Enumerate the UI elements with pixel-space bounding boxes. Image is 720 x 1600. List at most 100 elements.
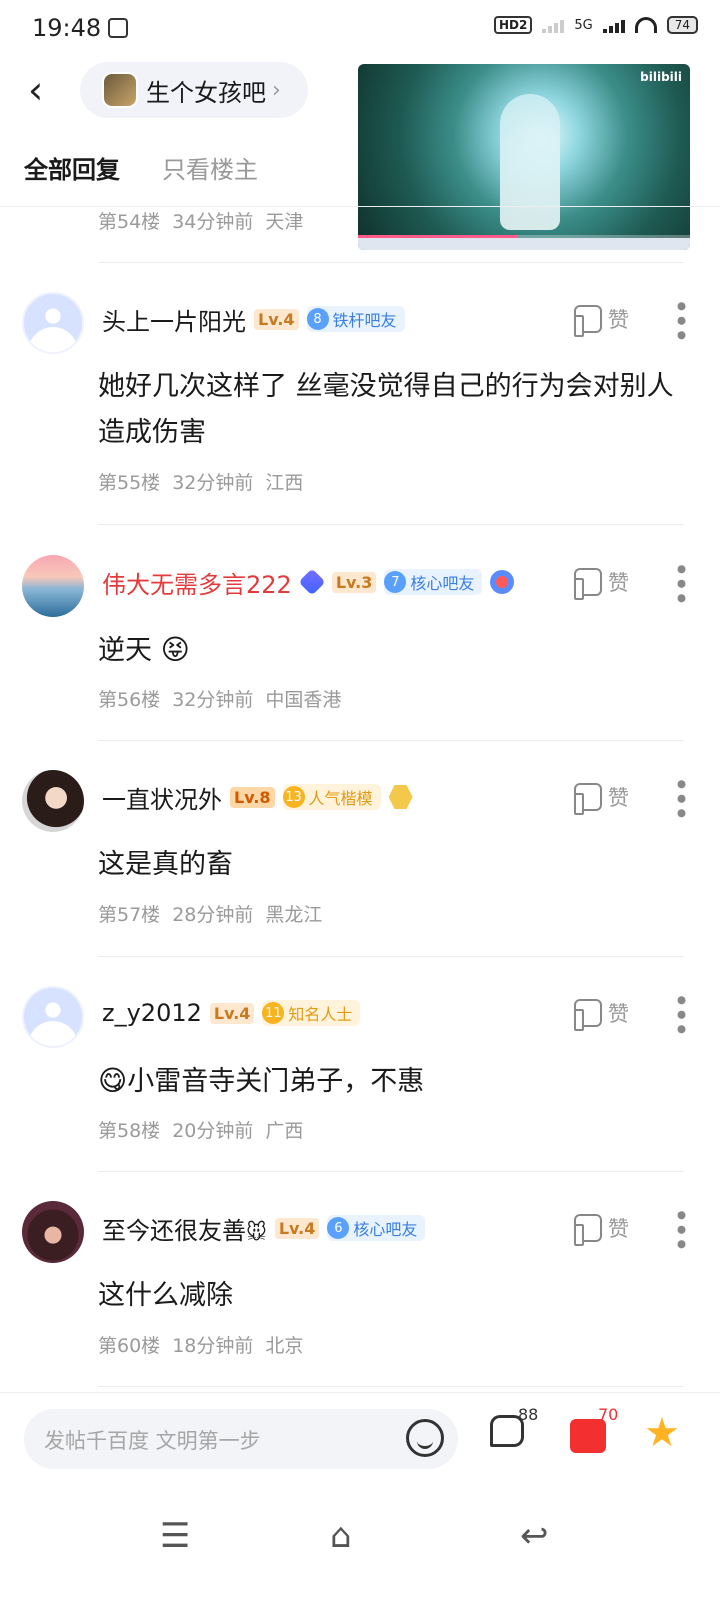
status-icons: HD2 5G 74	[494, 16, 698, 34]
back-button[interactable]: ‹	[28, 70, 60, 110]
divider	[98, 956, 684, 957]
thumbs-up-icon	[574, 568, 602, 600]
avatar[interactable]	[22, 986, 84, 1048]
forum-name: 生个女孩吧	[146, 78, 266, 107]
divider	[98, 524, 684, 525]
avatar[interactable]	[22, 770, 84, 832]
diamond-icon	[298, 568, 326, 596]
username[interactable]: z_y2012	[102, 999, 202, 1027]
emoji: 😝	[160, 633, 190, 666]
emoji: 😋	[98, 1064, 128, 1097]
divider	[98, 740, 684, 741]
comment-meta: 第55楼 32分钟前 江西	[98, 472, 304, 494]
member-badge: 6 核心吧友	[327, 1215, 426, 1241]
like-button[interactable]: 赞	[574, 1213, 629, 1246]
back-nav-icon[interactable]: ↩	[520, 1516, 549, 1556]
like-button[interactable]: 赞	[574, 998, 629, 1031]
mouse-emoji: 🐭	[246, 1219, 267, 1244]
video-taskbar	[358, 238, 690, 250]
comment-meta: 第57楼 28分钟前 黑龙江	[98, 904, 323, 926]
network-label: 5G	[574, 17, 593, 33]
comment-content: 这什么减除	[98, 1280, 233, 1311]
agree-button[interactable]: 70	[570, 1405, 618, 1455]
user-info: 至今还很友善🐭 Lv.4 6 核心吧友	[102, 1211, 426, 1246]
star-medal-icon	[490, 570, 515, 594]
divider	[98, 262, 684, 263]
bilibili-logo: bilibili	[640, 70, 682, 84]
hd-icon: HD2	[494, 16, 533, 34]
home-icon[interactable]: ⌂	[330, 1516, 352, 1556]
thumbs-up-icon	[574, 783, 602, 815]
forum-entry[interactable]: 生个女孩吧 ›	[80, 62, 308, 118]
more-icon[interactable]: •••	[664, 561, 697, 605]
level-badge: Lv.8	[230, 786, 275, 808]
like-button[interactable]: 赞	[574, 304, 629, 337]
agree-count: 70	[598, 1405, 619, 1424]
member-badge: 13 人气楷模	[282, 784, 381, 810]
level-badge: Lv.4	[274, 1217, 320, 1239]
avatar[interactable]	[22, 555, 84, 617]
avatar[interactable]	[22, 292, 84, 354]
level-badge: Lv.4	[209, 1002, 255, 1024]
battery-icon: 74	[666, 16, 698, 34]
username[interactable]: 头上一片阳光	[102, 302, 246, 337]
username[interactable]: 一直状况外	[102, 780, 222, 815]
more-icon[interactable]: •••	[664, 298, 697, 342]
forum-avatar	[102, 72, 138, 108]
wifi-icon	[634, 17, 657, 33]
comment-content: 她好几次这样了 丝毫没觉得自己的行为会对别人造成伤害	[98, 371, 674, 448]
location-label: 天津	[265, 211, 304, 233]
reply-tabs: 全部回复 只看楼主	[24, 150, 258, 185]
like-button[interactable]: 赞	[574, 567, 629, 600]
user-info: 伟大无需多言222 Lv.3 7 核心吧友	[102, 565, 515, 600]
menu-icon[interactable]: ☰	[160, 1516, 190, 1556]
user-info: z_y2012 Lv.4 11 知名人士	[102, 996, 361, 1030]
status-bar: 19:48 HD2 5G 74	[0, 0, 720, 56]
thumbs-up-icon	[574, 999, 602, 1031]
member-badge: 7 核心吧友	[384, 569, 483, 595]
video-frame	[500, 94, 560, 230]
divider	[98, 1171, 684, 1172]
more-icon[interactable]: •••	[664, 992, 697, 1036]
emoji-icon[interactable]	[406, 1419, 444, 1457]
username[interactable]: 至今还很友善🐭	[102, 1211, 267, 1246]
thumbs-up-icon	[574, 305, 602, 337]
comment-meta: 第58楼 20分钟前 广西	[98, 1120, 304, 1142]
level-badge: Lv.4	[254, 308, 299, 330]
comment-content: 😋小雷音寺关门弟子，不惠	[98, 1064, 425, 1097]
comment-content: 这是真的畜	[98, 849, 233, 880]
reply-count-button[interactable]: 88	[490, 1405, 538, 1455]
thumbs-up-filled-icon	[570, 1419, 606, 1453]
status-time: 19:48	[32, 14, 102, 42]
member-badge: 8 铁杆吧友	[306, 306, 405, 332]
tab-op-only[interactable]: 只看楼主	[162, 150, 258, 185]
reply-input[interactable]: 发帖千百度 文明第一步	[24, 1409, 458, 1469]
chevron-right-icon: ›	[272, 77, 281, 103]
reply-placeholder: 发帖千百度 文明第一步	[44, 1429, 261, 1453]
comment-meta-54: 第54楼 34分钟前 天津	[98, 207, 303, 234]
username[interactable]: 伟大无需多言222	[102, 565, 292, 600]
bottom-action-bar: 发帖千百度 文明第一步 88 70 ★	[0, 1392, 720, 1482]
notification-icon	[108, 18, 128, 38]
reply-count: 88	[518, 1405, 539, 1424]
more-icon[interactable]: •••	[664, 776, 697, 820]
level-badge: Lv.3	[331, 571, 377, 593]
avatar[interactable]	[22, 1201, 84, 1263]
user-info: 一直状况外 Lv.8 13 人气楷模	[102, 780, 413, 814]
comment-meta: 第60楼 18分钟前 北京	[98, 1335, 304, 1357]
favorite-star-icon[interactable]: ★	[644, 1413, 684, 1453]
divider	[98, 1386, 684, 1387]
floating-video-player[interactable]: bilibili	[358, 64, 690, 250]
tab-all-replies[interactable]: 全部回复	[24, 150, 120, 185]
comment-meta: 第56楼 32分钟前 中国香港	[98, 689, 342, 711]
user-info: 头上一片阳光 Lv.4 8 铁杆吧友	[102, 302, 405, 336]
member-badge: 11 知名人士	[262, 1000, 361, 1026]
more-icon[interactable]: •••	[664, 1207, 697, 1251]
signal-sim1-icon	[602, 17, 625, 33]
thumbs-up-icon	[574, 1214, 602, 1246]
time-label: 34分钟前	[172, 211, 254, 233]
signal-sim2-icon	[542, 17, 565, 33]
hexagon-medal-icon	[388, 785, 413, 809]
like-button[interactable]: 赞	[574, 782, 629, 815]
floor-label: 第54楼	[98, 211, 161, 233]
